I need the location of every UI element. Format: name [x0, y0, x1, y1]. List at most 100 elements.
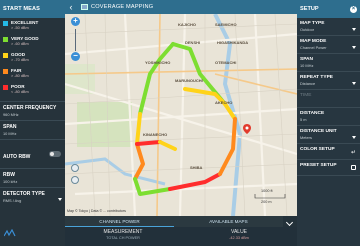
- map-canvas: SAEMICHO KAJICHO HIGASHIKANDA DENSHI YOS…: [65, 14, 297, 216]
- svg-text:OTEMACHI: OTEMACHI: [215, 60, 236, 65]
- left-panel: START MEAS EXCELLENT > -50 dBm VERY GOOD >…: [0, 0, 65, 246]
- detector-type-dropdown[interactable]: DETECTOR TYPE RMS / Avg: [0, 188, 65, 206]
- auto-rbw-toggle[interactable]: [48, 150, 61, 157]
- svg-text:SAEMICHO: SAEMICHO: [215, 22, 237, 27]
- center-frequency-button[interactable]: CENTER FREQUENCY 960 MHz: [0, 102, 65, 121]
- chevron-down-icon: [352, 28, 356, 31]
- setup-title: SETUP: [300, 6, 319, 12]
- preset-setup-label: PRESET SETUP: [300, 163, 337, 168]
- distance-label: DISTANCE: [300, 111, 325, 116]
- distance-unit-dropdown[interactable]: DISTANCE UNIT Meters: [297, 126, 360, 144]
- tab-channel-power[interactable]: CHANNEL POWER: [65, 216, 174, 227]
- location-icon[interactable]: [71, 164, 79, 172]
- legend-name: EXCELLENT: [11, 20, 39, 25]
- close-icon[interactable]: ×: [350, 5, 357, 13]
- svg-text:YOSHIKICHO: YOSHIKICHO: [145, 60, 170, 65]
- title-bar: ‹ COVERAGE MAPPING: [65, 0, 297, 14]
- map-mode-value: Channel Power: [300, 45, 327, 50]
- legend-value: > -50 dBm: [11, 25, 29, 30]
- layers-icon[interactable]: [71, 176, 79, 184]
- time-button: TIME: [297, 90, 360, 108]
- legend-value: > -80 dBm: [11, 73, 29, 78]
- repeat-type-label: REPEAT TYPE: [300, 75, 333, 80]
- color-setup-button[interactable]: COLOR SETUP ↵: [297, 144, 360, 160]
- zoom-slider[interactable]: [75, 29, 76, 51]
- svg-text:KAJICHO: KAJICHO: [178, 22, 196, 27]
- distance-value: 5 m: [300, 117, 307, 122]
- start-meas-button[interactable]: START MEAS: [0, 0, 65, 18]
- value-column: VALUE -42.33 dBm: [181, 227, 297, 246]
- span-value: 10 MHz: [3, 131, 17, 136]
- signal-strength-icon: [3, 224, 16, 242]
- zoom-out-button[interactable]: −: [71, 52, 80, 61]
- legend-swatch: [3, 21, 8, 26]
- map-attribution: Map © Tokyo | Data © ... contributors: [67, 209, 126, 213]
- setup-header: SETUP ×: [297, 0, 360, 18]
- legend-item-excellent: EXCELLENT > -50 dBm: [3, 20, 62, 36]
- map-mode-label: MAP MODE: [300, 39, 327, 44]
- svg-text:KINANECHO: KINANECHO: [143, 132, 167, 137]
- signal-legend: EXCELLENT > -50 dBm VERY GOOD > -60 dBm GO…: [0, 18, 65, 101]
- tab-available-maps[interactable]: AVAILABLE MAPS: [174, 216, 283, 227]
- measurement-cell: TOTAL CH POWER: [106, 236, 140, 240]
- zoom-in-button[interactable]: +: [71, 17, 80, 26]
- map-type-dropdown[interactable]: MAP TYPE Outdoor: [297, 18, 360, 36]
- legend-value: > -60 dBm: [11, 41, 29, 46]
- legend-swatch: [3, 37, 8, 42]
- rbw-label: RBW: [3, 172, 15, 178]
- rbw-value: 100 kHz: [3, 179, 18, 184]
- span-label: SPAN: [3, 124, 17, 130]
- span-setting-value: 10 MHz: [300, 63, 314, 68]
- arrow-right-icon: ↵: [350, 150, 356, 156]
- distance-button[interactable]: DISTANCE 5 m: [297, 108, 360, 126]
- legend-value: > -70 dBm: [11, 57, 29, 62]
- back-arrow-icon[interactable]: ‹: [65, 0, 77, 14]
- chevron-down-icon: [352, 82, 356, 85]
- distance-unit-value: Meters: [300, 135, 312, 140]
- setup-panel: SETUP × MAP TYPE Outdoor MAP MODE Channe…: [297, 0, 360, 246]
- preset-icon: [351, 165, 356, 170]
- chevron-down-icon: [352, 46, 356, 49]
- coverage-map[interactable]: SAEMICHO KAJICHO HIGASHIKANDA DENSHI YOS…: [65, 14, 297, 216]
- map-type-value: Outdoor: [300, 27, 315, 32]
- bottom-tabs: CHANNEL POWER AVAILABLE MAPS: [65, 216, 297, 227]
- map-mode-dropdown[interactable]: MAP MODE Channel Power: [297, 36, 360, 54]
- time-label: TIME: [300, 93, 312, 98]
- svg-text:SHIBA: SHIBA: [190, 165, 203, 170]
- legend-swatch: [3, 85, 8, 90]
- detector-type-label: DETECTOR TYPE: [3, 191, 45, 197]
- start-meas-label: START MEAS: [3, 6, 40, 12]
- value-cell: -42.33 dBm: [229, 236, 249, 240]
- location-pin-icon: [243, 124, 251, 134]
- legend-item-poor: POOR < -80 dBm: [3, 84, 62, 100]
- center-frequency-value: 960 MHz: [3, 112, 19, 117]
- svg-text:1000 ft: 1000 ft: [261, 189, 274, 193]
- map-icon: [81, 4, 88, 10]
- legend-value: < -80 dBm: [11, 89, 29, 94]
- legend-item-good: GOOD > -70 dBm: [3, 52, 62, 68]
- repeat-type-value: Distance: [300, 81, 316, 86]
- measurement-column: MEASUREMENT TOTAL CH POWER: [65, 227, 181, 246]
- auto-rbw-label: AUTO RBW: [3, 154, 31, 160]
- page-title: COVERAGE MAPPING: [91, 4, 154, 10]
- svg-text:200 m: 200 m: [261, 200, 272, 204]
- distance-unit-label: DISTANCE UNIT: [300, 129, 337, 134]
- svg-text:MARUNOUCHI: MARUNOUCHI: [175, 78, 203, 83]
- measurement-header: MEASUREMENT: [103, 229, 143, 235]
- span-setting-label: SPAN: [300, 57, 313, 62]
- expand-chevron-icon[interactable]: [283, 216, 297, 227]
- measurement-table: MEASUREMENT TOTAL CH POWER VALUE -42.33 …: [65, 227, 297, 246]
- legend-swatch: [3, 69, 8, 74]
- map-type-label: MAP TYPE: [300, 21, 325, 26]
- legend-item-very-good: VERY GOOD > -60 dBm: [3, 36, 62, 52]
- span-setting-button[interactable]: SPAN 10 MHz: [297, 54, 360, 72]
- preset-setup-button[interactable]: PRESET SETUP: [297, 160, 360, 176]
- rbw-button[interactable]: RBW 100 kHz: [0, 169, 65, 188]
- chevron-down-icon: [58, 198, 62, 201]
- value-header: VALUE: [230, 229, 248, 235]
- svg-text:AKECHO: AKECHO: [215, 100, 232, 105]
- svg-text:DENSHI: DENSHI: [185, 40, 200, 45]
- repeat-type-dropdown[interactable]: REPEAT TYPE Distance: [297, 72, 360, 90]
- svg-text:HIGASHIKANDA: HIGASHIKANDA: [217, 40, 248, 45]
- span-button[interactable]: SPAN 10 MHz: [0, 121, 65, 140]
